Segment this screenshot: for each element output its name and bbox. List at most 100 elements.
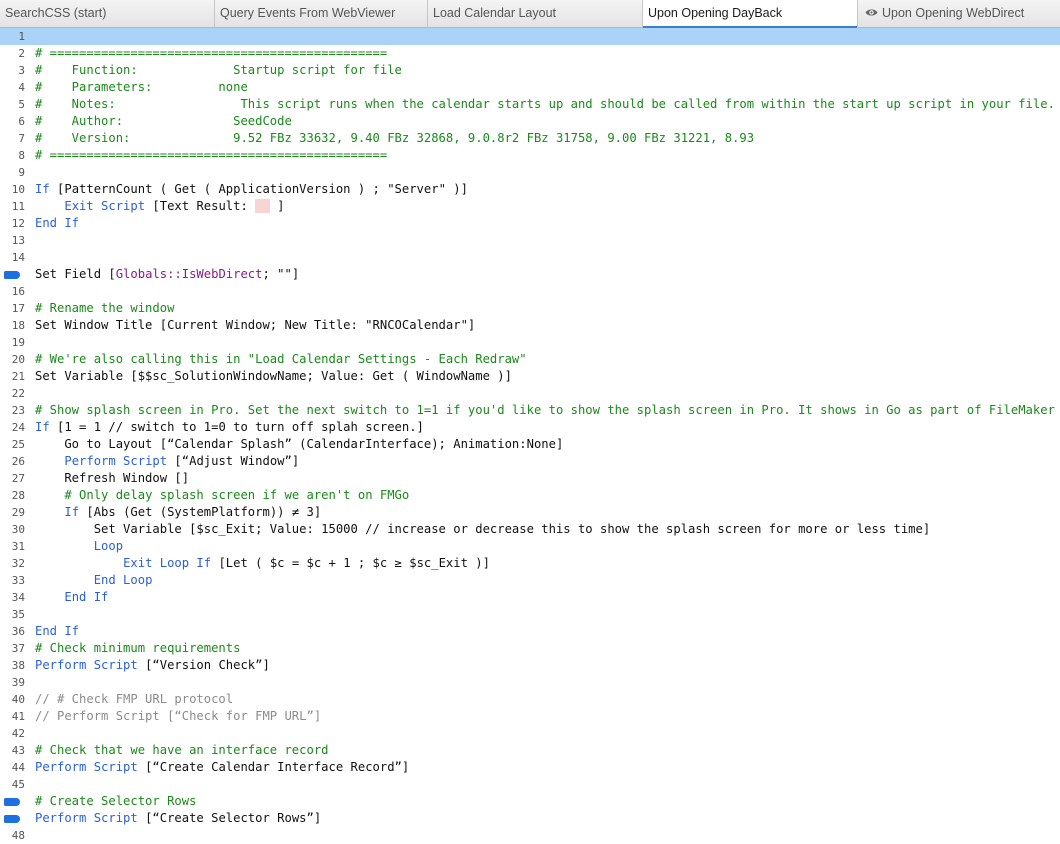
script-line[interactable]: 4 # Parameters: none: [0, 79, 1060, 96]
script-line[interactable]: 26 Perform Script [“Adjust Window”]: [0, 453, 1060, 470]
line-number: 45: [11, 778, 25, 791]
script-line[interactable]: Set Field [Globals::IsWebDirect; ""]: [0, 266, 1060, 283]
script-step: End Loop: [35, 572, 153, 589]
line-number: 19: [11, 336, 25, 349]
script-step: # Parameters: none: [35, 79, 248, 96]
breakpoint-marker[interactable]: [4, 815, 20, 823]
script-line[interactable]: 11 Exit Script [Text Result: ]: [0, 198, 1060, 215]
script-line[interactable]: 16: [0, 283, 1060, 300]
script-line[interactable]: 42: [0, 725, 1060, 742]
script-line[interactable]: 30 Set Variable [$sc_Exit; Value: 15000 …: [0, 521, 1060, 538]
script-step: # We're also calling this in "Load Calen…: [35, 351, 527, 368]
script-keyword: If: [64, 505, 80, 519]
script-line[interactable]: 20 # We're also calling this in "Load Cal…: [0, 351, 1060, 368]
script-comment: # Check minimum requirements: [35, 641, 241, 655]
script-line[interactable]: 36 End If: [0, 623, 1060, 640]
script-text: [35, 573, 94, 587]
line-number: 36: [11, 625, 25, 638]
line-number: 43: [11, 744, 25, 757]
script-line[interactable]: 31 Loop: [0, 538, 1060, 555]
script-line[interactable]: 1: [0, 28, 1060, 45]
script-text: Set Window Title [Current Window; New Ti…: [35, 318, 476, 332]
breakpoint-marker[interactable]: [4, 271, 20, 279]
script-keyword: Perform Script: [35, 760, 138, 774]
script-line[interactable]: 22: [0, 385, 1060, 402]
script-step: # Version: 9.52 FBz 33632, 9.40 FBz 3286…: [35, 130, 754, 147]
script-step: # Author: SeedCode: [35, 113, 292, 130]
tab-label: SearchCSS (start): [5, 6, 107, 20]
script-line[interactable]: # Create Selector Rows: [0, 793, 1060, 810]
tab-upon-opening-dayback[interactable]: Upon Opening DayBack: [643, 0, 858, 28]
script-line[interactable]: 27 Refresh Window []: [0, 470, 1060, 487]
script-text: [35, 556, 123, 570]
script-step: Perform Script [“Create Selector Rows”]: [35, 810, 321, 827]
line-number: 5: [18, 98, 25, 111]
script-editor[interactable]: 1 2 # ====================================…: [0, 28, 1060, 844]
script-line[interactable]: 10 If [PatternCount ( Get ( ApplicationVe…: [0, 181, 1060, 198]
tab-query-events-from-webviewer[interactable]: Query Events From WebViewer: [215, 0, 428, 27]
script-line[interactable]: 43 # Check that we have an interface reco…: [0, 742, 1060, 759]
script-line[interactable]: 44 Perform Script [“Create Calendar Inter…: [0, 759, 1060, 776]
line-number: 39: [11, 676, 25, 689]
script-keyword: End Loop: [93, 573, 153, 587]
script-line[interactable]: 6 # Author: SeedCode: [0, 113, 1060, 130]
script-keyword: Perform Script: [64, 454, 168, 468]
script-line[interactable]: 9: [0, 164, 1060, 181]
script-step: // # Check FMP URL protocol: [35, 691, 233, 708]
script-line[interactable]: 14: [0, 249, 1060, 266]
tab-label: Upon Opening DayBack: [648, 6, 783, 20]
script-step: # ======================================…: [35, 147, 387, 164]
script-line[interactable]: 24 If [1 = 1 // switch to 1=0 to turn off…: [0, 419, 1060, 436]
script-comment: # Parameters: none: [35, 80, 248, 94]
script-line[interactable]: 23 # Show splash screen in Pro. Set the n…: [0, 402, 1060, 419]
script-line[interactable]: 38 Perform Script [“Version Check”]: [0, 657, 1060, 674]
script-line[interactable]: 37 # Check minimum requirements: [0, 640, 1060, 657]
script-line[interactable]: 12 End If: [0, 215, 1060, 232]
script-line[interactable]: 39: [0, 674, 1060, 691]
script-line[interactable]: 25 Go to Layout [“Calendar Splash” (Cale…: [0, 436, 1060, 453]
script-step: Exit Loop If [Let ( $c = $c + 1 ; $c ≥ $…: [35, 555, 490, 572]
script-line[interactable]: 7 # Version: 9.52 FBz 33632, 9.40 FBz 328…: [0, 130, 1060, 147]
script-comment: # Version: 9.52 FBz 33632, 9.40 FBz 3286…: [35, 131, 755, 145]
script-line[interactable]: 3 # Function: Startup script for file: [0, 62, 1060, 79]
script-line[interactable]: 28 # Only delay splash screen if we aren…: [0, 487, 1060, 504]
tab-upon-opening-webdirect[interactable]: Upon Opening WebDirect: [858, 0, 1060, 27]
line-number: 26: [11, 455, 25, 468]
script-text: [35, 454, 64, 468]
line-number: 30: [11, 523, 25, 536]
script-line[interactable]: 35: [0, 606, 1060, 623]
script-text: [35, 539, 94, 553]
script-line[interactable]: 13: [0, 232, 1060, 249]
script-line[interactable]: 29 If [Abs (Get (SystemPlatform)) ≠ 3]: [0, 504, 1060, 521]
script-line[interactable]: 41 // Perform Script [“Check for FMP URL”…: [0, 708, 1060, 725]
script-text: [Let ( $c = $c + 1 ; $c ≥ $sc_Exit )]: [211, 556, 490, 570]
breakpoint-marker[interactable]: [4, 798, 20, 806]
script-line[interactable]: 8 # =====================================…: [0, 147, 1060, 164]
script-line[interactable]: 17 # Rename the window: [0, 300, 1060, 317]
tab-searchcss-start[interactable]: SearchCSS (start): [0, 0, 215, 27]
line-number: 40: [11, 693, 25, 706]
script-line[interactable]: 21 Set Variable [$$sc_SolutionWindowName;…: [0, 368, 1060, 385]
script-text: ; ""]: [262, 267, 300, 281]
script-line[interactable]: 5 # Notes: This script runs when the cale…: [0, 96, 1060, 113]
script-line[interactable]: 34 End If: [0, 589, 1060, 606]
line-number: 14: [11, 251, 25, 264]
script-line[interactable]: Perform Script [“Create Selector Rows”]: [0, 810, 1060, 827]
script-line[interactable]: 40 // # Check FMP URL protocol: [0, 691, 1060, 708]
script-line[interactable]: 2 # =====================================…: [0, 45, 1060, 62]
line-number: 17: [11, 302, 25, 315]
script-line[interactable]: 33 End Loop: [0, 572, 1060, 589]
script-line[interactable]: 48: [0, 827, 1060, 844]
script-line[interactable]: 18 Set Window Title [Current Window; New …: [0, 317, 1060, 334]
script-step: # Function: Startup script for file: [35, 62, 402, 79]
line-number: 1: [18, 30, 25, 43]
script-step: Go to Layout [“Calendar Splash” (Calenda…: [35, 436, 563, 453]
script-line[interactable]: 32 Exit Loop If [Let ( $c = $c + 1 ; $c …: [0, 555, 1060, 572]
line-number: 24: [11, 421, 25, 434]
tab-load-calendar-layout[interactable]: Load Calendar Layout: [428, 0, 643, 27]
script-text: Set Variable [$$sc_SolutionWindowName; V…: [35, 369, 512, 383]
script-line[interactable]: 45: [0, 776, 1060, 793]
line-number: 10: [11, 183, 25, 196]
script-comment: # Author: SeedCode: [35, 114, 292, 128]
script-line[interactable]: 19: [0, 334, 1060, 351]
